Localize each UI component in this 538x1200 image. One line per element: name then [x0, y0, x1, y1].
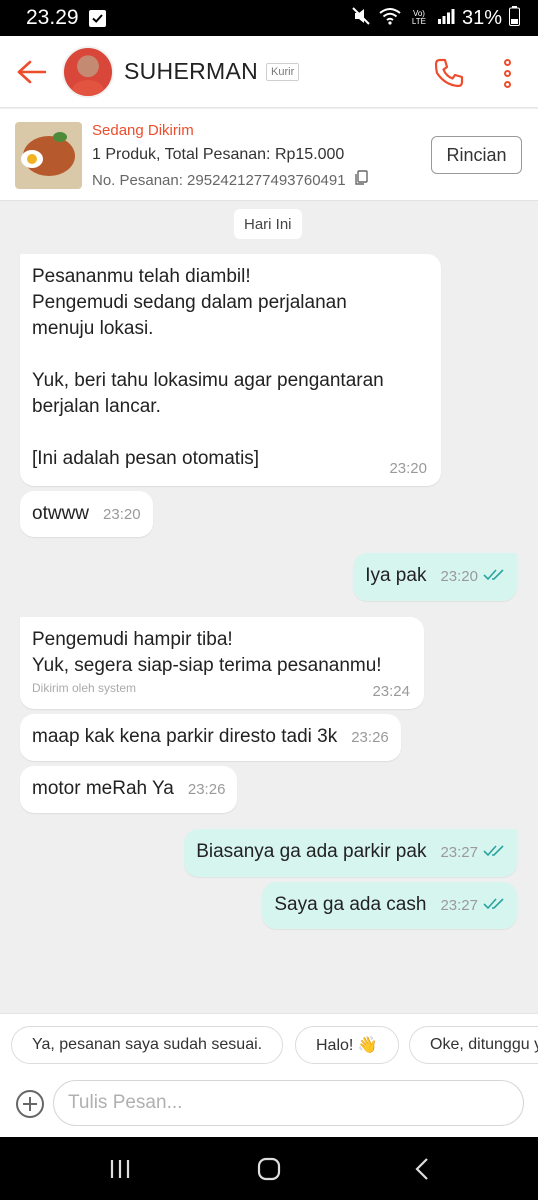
order-number: No. Pesanan: 2952421277493760491: [92, 171, 346, 189]
message-time: 23:26: [187, 781, 226, 798]
status-icons: Vo) LTE 31%: [350, 5, 520, 32]
quick-reply-chip[interactable]: Oke, ditunggu y: [409, 1026, 538, 1064]
quick-reply-chip[interactable]: Halo! 👋: [295, 1026, 399, 1064]
chevron-left-icon: [415, 1158, 428, 1180]
message-text: otwww: [32, 503, 90, 524]
wifi-icon: [379, 7, 401, 30]
more-dot-icon: [503, 69, 511, 77]
quick-replies: Ya, pesanan saya sudah sesuai. Halo! 👋 O…: [0, 1013, 538, 1075]
back-arrow-icon: [17, 60, 46, 83]
phone-icon: [434, 58, 464, 88]
message-time: 23:20: [103, 506, 141, 523]
message-text: maap kak kena parkir diresto tadi 3k: [32, 726, 338, 747]
read-receipt-icon: [483, 563, 505, 589]
status-bar: 23.29 Vo) LTE 31%: [0, 0, 538, 36]
message-time: 23:24: [372, 683, 410, 700]
order-number-row: No. Pesanan: 2952421277493760491: [92, 170, 368, 190]
back-button[interactable]: [0, 36, 62, 108]
message-time: 23:20: [389, 460, 427, 477]
outgoing-message[interactable]: Biasanya ga ada parkir pak 23:27: [184, 829, 517, 877]
order-status: Sedang Dikirim: [92, 122, 194, 139]
message-time: 23:26: [351, 729, 389, 746]
message-composer: [0, 1075, 538, 1137]
message-text: Biasanya ga ada parkir pak: [196, 841, 427, 862]
network-label: Vo) LTE: [411, 9, 426, 26]
message-time: 23:27: [440, 897, 478, 914]
message-text: Iya pak: [365, 565, 427, 586]
signal-icon: [437, 8, 455, 29]
message-text: Saya ga ada cash: [274, 894, 427, 915]
incoming-message[interactable]: motor meRah Ya 23:26: [20, 766, 238, 813]
status-time: 23.29: [26, 6, 79, 29]
avatar[interactable]: [62, 45, 114, 98]
outgoing-message[interactable]: Saya ga ada cash 23:27: [262, 882, 517, 929]
message-sender: Dikirim oleh system: [32, 681, 137, 695]
message-input[interactable]: [53, 1080, 524, 1126]
add-attachment-button[interactable]: [16, 1090, 44, 1118]
message-text: motor meRah Ya: [32, 778, 174, 799]
order-summary: 1 Produk, Total Pesanan: Rp15.000: [92, 146, 345, 163]
message-text: Pengemudi hampir tiba! Yuk, segera siap-…: [32, 629, 382, 676]
contact-name[interactable]: SUHERMAN: [124, 58, 258, 85]
message-time: 23:20: [440, 568, 478, 585]
more-dot-icon: [503, 80, 511, 88]
incoming-message[interactable]: Pengemudi hampir tiba! Yuk, segera siap-…: [20, 617, 424, 709]
product-thumbnail: [15, 122, 82, 189]
date-separator: Hari Ini: [234, 209, 302, 239]
copy-icon[interactable]: [354, 170, 368, 190]
battery-icon: [509, 5, 520, 31]
notification-icon: [88, 9, 106, 27]
incoming-message[interactable]: otwww 23:20: [20, 491, 153, 537]
message-text: Pesananmu telah diambil! Pengemudi sedan…: [32, 266, 384, 469]
recent-apps-icon: [110, 1160, 130, 1178]
message-time: 23:27: [440, 844, 478, 861]
read-receipt-icon: [483, 892, 505, 918]
system-navigation-bar: [0, 1137, 538, 1200]
mute-icon: [350, 5, 372, 32]
incoming-message[interactable]: Pesananmu telah diambil! Pengemudi sedan…: [20, 254, 441, 486]
order-details-button[interactable]: Rincian: [431, 136, 522, 174]
quick-reply-chip[interactable]: Ya, pesanan saya sudah sesuai.: [11, 1026, 284, 1064]
read-receipt-icon: [483, 839, 505, 865]
more-dot-icon: [503, 58, 511, 66]
chat-messages[interactable]: Hari Ini Pesananmu telah diambil! Pengem…: [0, 201, 538, 1013]
more-options-button[interactable]: [492, 54, 522, 92]
home-icon: [257, 1157, 281, 1181]
role-badge: Kurir: [266, 62, 300, 81]
order-card[interactable]: Sedang Dikirim 1 Produk, Total Pesanan: …: [0, 109, 538, 201]
plus-icon: [23, 1097, 37, 1111]
chat-header: SUHERMAN Kurir: [0, 36, 538, 108]
call-button[interactable]: [430, 54, 468, 92]
battery-percentage: 31%: [461, 6, 502, 29]
back-nav-button[interactable]: [402, 1155, 442, 1183]
outgoing-message[interactable]: Iya pak 23:20: [353, 553, 517, 601]
home-button[interactable]: [249, 1155, 289, 1183]
recent-apps-button[interactable]: [100, 1155, 140, 1183]
incoming-message[interactable]: maap kak kena parkir diresto tadi 3k 23:…: [20, 714, 401, 761]
